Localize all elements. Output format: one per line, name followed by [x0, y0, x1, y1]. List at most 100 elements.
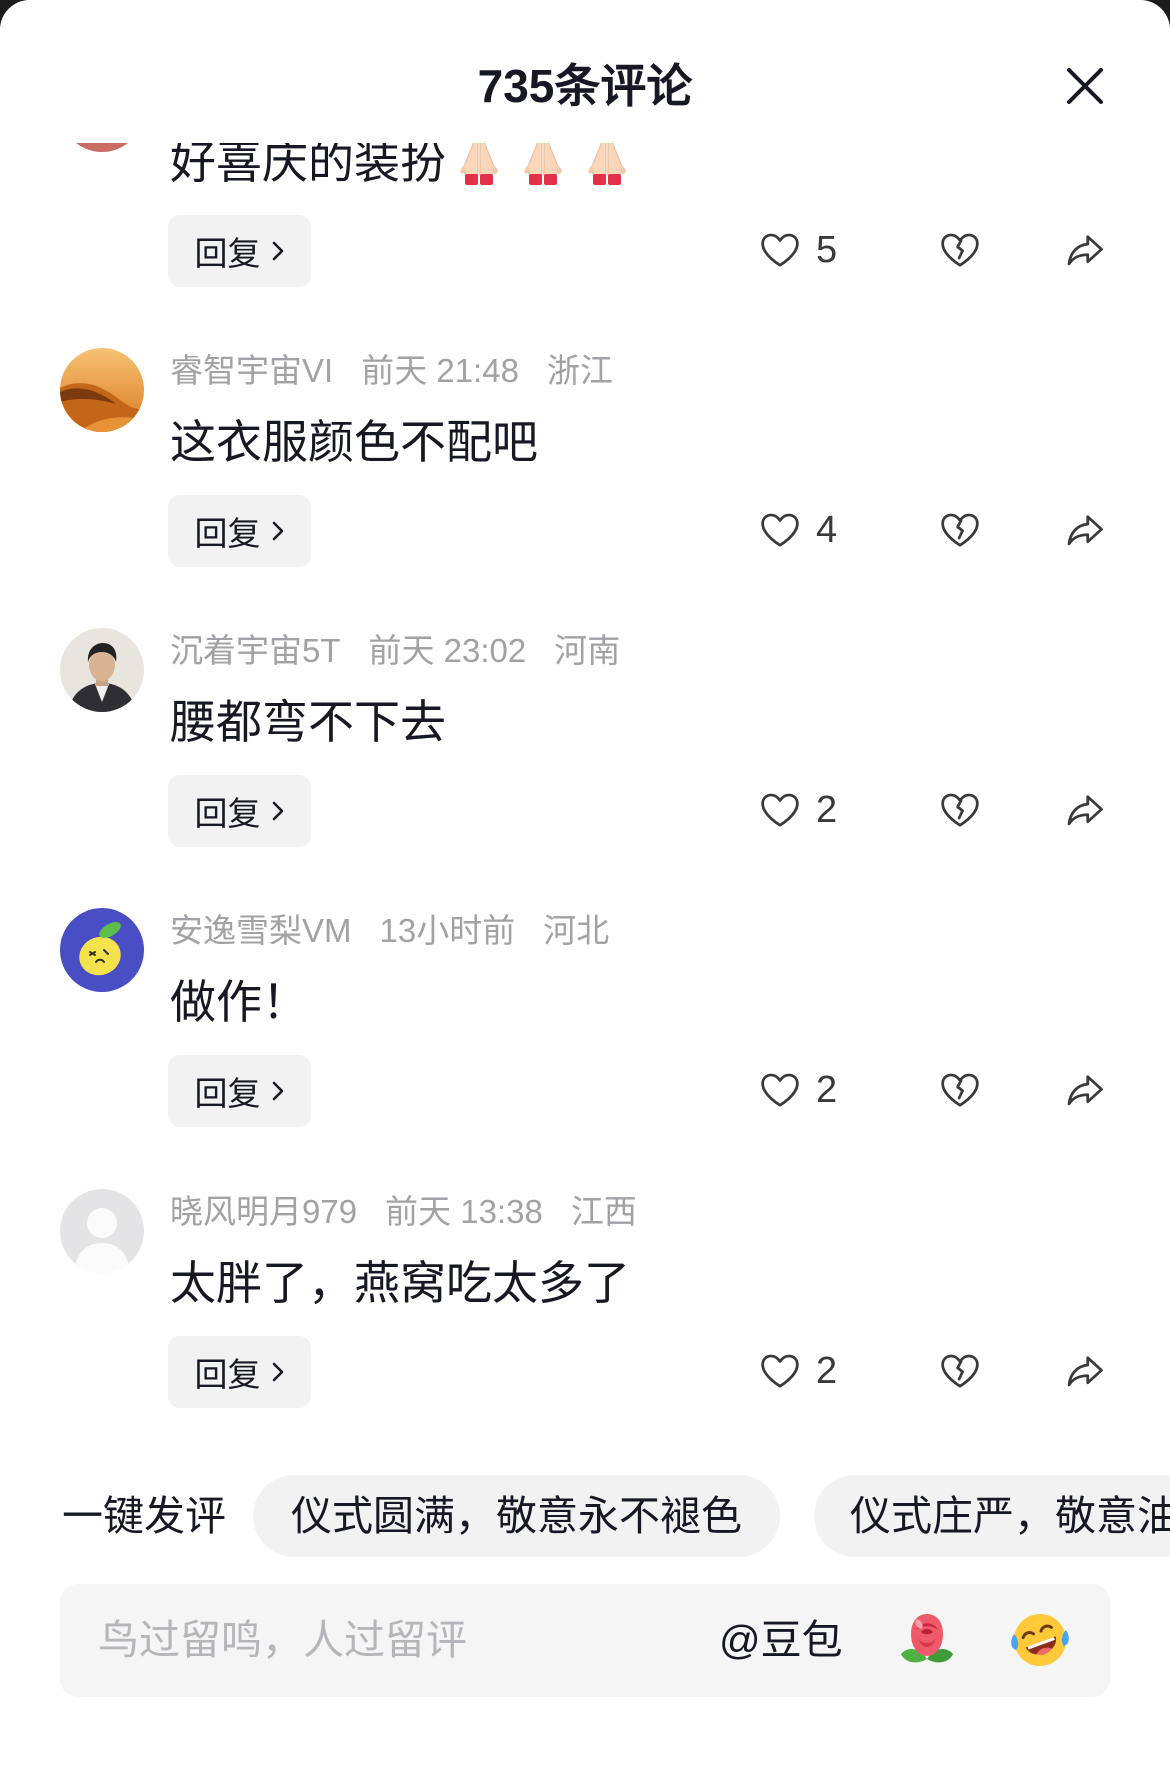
dislike-button[interactable]: [938, 508, 982, 552]
comment-meta: 睿智宇宙VI 前天 21:48 浙江: [170, 352, 613, 390]
comment-text-content: 这衣服颜色不配吧: [170, 416, 538, 468]
username[interactable]: 沉着宇宙5T: [170, 632, 341, 669]
comment-composer: @豆包: [60, 1584, 1110, 1697]
like-count: 2: [816, 1069, 838, 1111]
dislike-button[interactable]: [938, 228, 982, 272]
rose-emoji-button[interactable]: [895, 1608, 959, 1672]
comment-text-content: 腰都弯不下去: [170, 696, 446, 748]
comment-time: 前天 13:38: [385, 1193, 543, 1230]
comment-location: 河北: [543, 912, 610, 949]
comment-time: 前天 23:02: [368, 632, 527, 669]
like-button[interactable]: 5: [758, 226, 837, 274]
chevron-right-icon: [271, 1361, 285, 1383]
broken-heart-icon: [938, 508, 982, 552]
username[interactable]: 安逸雪梨VM: [170, 912, 352, 949]
comment-time: 前天 21:48: [361, 352, 519, 389]
reply-label: 回复: [194, 1356, 261, 1393]
comment-time: 13小时前: [379, 912, 516, 949]
quick-comment-chip[interactable]: 仪式圆满，敬意永不褪色: [253, 1475, 780, 1557]
avatar[interactable]: [60, 628, 144, 712]
quick-comment-label: 一键发评: [62, 1493, 226, 1539]
pray-emoji-icon: [448, 136, 510, 188]
share-arrow-icon: [1063, 228, 1107, 272]
heart-outline-icon: [758, 1349, 802, 1393]
reply-label: 回复: [194, 795, 261, 832]
comment-text-content: 做作！: [170, 976, 308, 1028]
reply-button[interactable]: 回复: [168, 495, 311, 567]
avatar-image: [60, 628, 144, 712]
share-arrow-icon: [1063, 1068, 1107, 1112]
comment-location: 河南: [554, 632, 621, 669]
share-button[interactable]: [1063, 228, 1107, 272]
chevron-right-icon: [271, 240, 285, 262]
like-count: 5: [816, 229, 838, 271]
like-count: 4: [816, 509, 838, 551]
username[interactable]: 晓风明月979: [170, 1193, 357, 1230]
reply-button[interactable]: 回复: [168, 775, 311, 847]
like-button[interactable]: 2: [758, 1066, 837, 1114]
reply-button[interactable]: 回复: [168, 1055, 311, 1127]
broken-heart-icon: [938, 788, 982, 832]
dislike-button[interactable]: [938, 788, 982, 832]
close-icon: [1067, 68, 1103, 104]
dislike-button[interactable]: [938, 1068, 982, 1112]
share-arrow-icon: [1063, 788, 1107, 832]
like-button[interactable]: 2: [758, 786, 837, 834]
broken-heart-icon: [938, 228, 982, 272]
comment-text: 做作！: [170, 974, 308, 1030]
like-count: 2: [816, 789, 838, 831]
heart-outline-icon: [758, 1068, 802, 1112]
username[interactable]: 睿智宇宙VI: [170, 352, 333, 389]
share-button[interactable]: [1063, 1349, 1107, 1393]
share-arrow-icon: [1063, 1349, 1107, 1393]
broken-heart-icon: [938, 1068, 982, 1112]
heart-outline-icon: [758, 508, 802, 552]
like-button[interactable]: 2: [758, 1347, 837, 1395]
chevron-right-icon: [271, 800, 285, 822]
comment-input[interactable]: [98, 1612, 678, 1668]
share-button[interactable]: [1063, 1068, 1107, 1112]
dislike-button[interactable]: [938, 1349, 982, 1393]
comment-location: 浙江: [546, 352, 613, 389]
avatar[interactable]: [60, 1189, 144, 1273]
share-arrow-icon: [1063, 508, 1107, 552]
chevron-right-icon: [271, 520, 285, 542]
comment-item: 睿智宇宙VI 前天 21:48 浙江 这衣服颜色不配吧 回复 4: [0, 348, 1170, 628]
laughing-emoji-button[interactable]: [1008, 1608, 1072, 1672]
reply-label: 回复: [194, 1075, 261, 1112]
heart-outline-icon: [758, 228, 802, 272]
avatar-image: [60, 908, 144, 992]
share-button[interactable]: [1063, 508, 1107, 552]
pray-emoji-icon: [576, 136, 638, 188]
comments-sheet: 735条评论 好喜庆的装扮 回复 5 睿智宇宙VI 前天 21:48 浙江 这衣…: [0, 0, 1170, 1772]
quick-comment-chip[interactable]: 仪式庄严，敬意油: [814, 1475, 1170, 1557]
mention-doubao-button[interactable]: @豆包: [719, 1614, 843, 1666]
comment-text: 腰都弯不下去: [170, 694, 446, 750]
comment-meta: 安逸雪梨VM 13小时前 河北: [170, 912, 609, 950]
like-button[interactable]: 4: [758, 506, 837, 554]
reply-label: 回复: [194, 515, 261, 552]
reply-button[interactable]: 回复: [168, 215, 311, 287]
comment-item: 晓风明月979 前天 13:38 江西 太胖了，燕窝吃太多了 回复 2: [0, 1189, 1170, 1469]
avatar-image: [60, 348, 144, 432]
rose-emoji-icon: [901, 1614, 953, 1663]
like-count: 2: [816, 1350, 838, 1392]
comments-title: 735条评论: [477, 60, 693, 112]
avatar[interactable]: [60, 908, 144, 992]
quick-comment-row: 一键发评 仪式圆满，敬意永不褪色 仪式庄严，敬意油: [0, 1475, 1170, 1557]
comment-meta: 沉着宇宙5T 前天 23:02 河南: [170, 632, 620, 670]
comment-item: 安逸雪梨VM 13小时前 河北 做作！ 回复 2: [0, 908, 1170, 1188]
reply-button[interactable]: 回复: [168, 1336, 311, 1408]
heart-outline-icon: [758, 788, 802, 832]
comment-text: 太胖了，燕窝吃太多了: [170, 1255, 630, 1311]
comment-text: 这衣服颜色不配吧: [170, 414, 538, 470]
avatar[interactable]: [60, 348, 144, 432]
close-button[interactable]: [1063, 64, 1107, 108]
comments-header: 735条评论: [0, 0, 1170, 143]
reply-label: 回复: [194, 235, 261, 272]
laughing-emoji-icon: [1011, 1614, 1069, 1666]
comment-meta: 晓风明月979 前天 13:38 江西: [170, 1193, 637, 1231]
share-button[interactable]: [1063, 788, 1107, 832]
pray-emoji-icon: [512, 136, 574, 188]
comment-text-content: 太胖了，燕窝吃太多了: [170, 1257, 630, 1309]
